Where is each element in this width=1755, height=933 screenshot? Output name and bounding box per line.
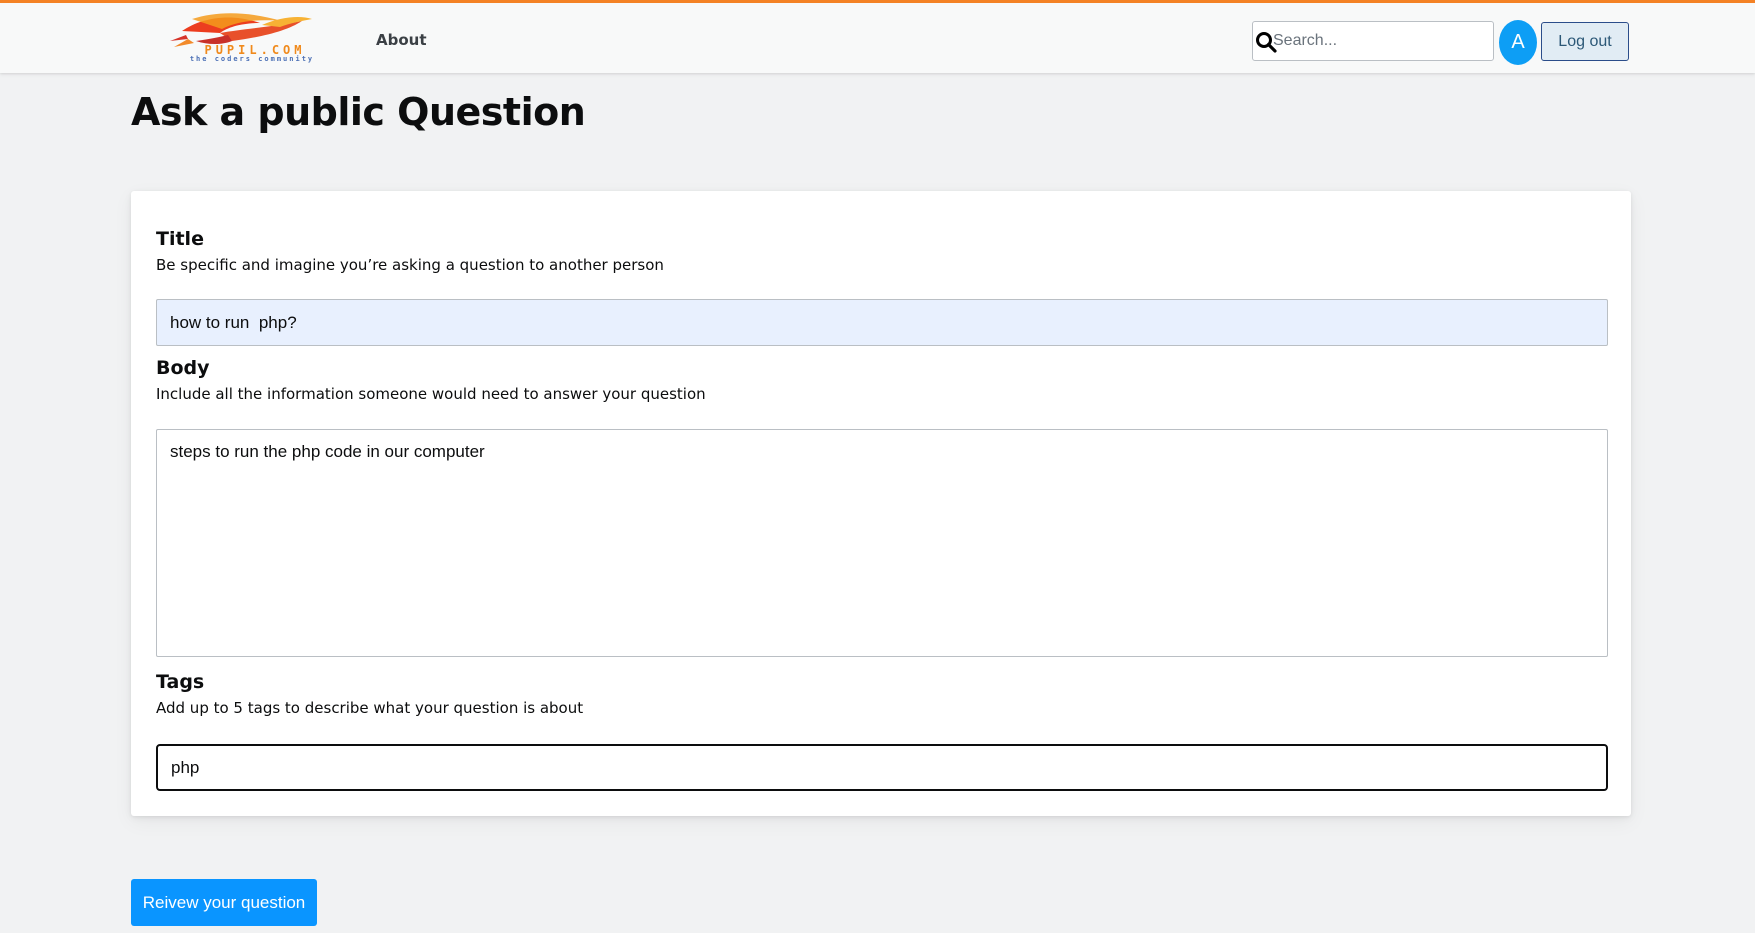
title-field[interactable] (156, 299, 1608, 346)
search-box[interactable] (1252, 21, 1494, 61)
question-form: Title Be specific and imagine you’re ask… (131, 191, 1631, 816)
body-field[interactable]: steps to run the php code in our compute… (156, 429, 1608, 657)
search-input[interactable] (1273, 23, 1491, 59)
body-label: Body (156, 357, 210, 379)
site-logo[interactable]: PUPIL.COM the coders community (162, 11, 340, 63)
tags-description: Add up to 5 tags to describe what your q… (156, 699, 584, 717)
user-avatar[interactable]: A (1499, 20, 1537, 65)
review-question-button[interactable]: Reivew your question (131, 879, 317, 926)
title-label: Title (156, 228, 204, 250)
tags-field[interactable] (156, 744, 1608, 791)
top-navbar: PUPIL.COM the coders community About A L… (0, 0, 1755, 73)
logo-tagline: the coders community (189, 55, 315, 63)
page-title: Ask a public Question (131, 90, 586, 134)
body-description: Include all the information someone woul… (156, 385, 706, 403)
tags-label: Tags (156, 671, 205, 693)
nav-about-link[interactable]: About (376, 31, 427, 49)
logout-button[interactable]: Log out (1541, 22, 1629, 61)
title-description: Be specific and imagine you’re asking a … (156, 256, 664, 274)
